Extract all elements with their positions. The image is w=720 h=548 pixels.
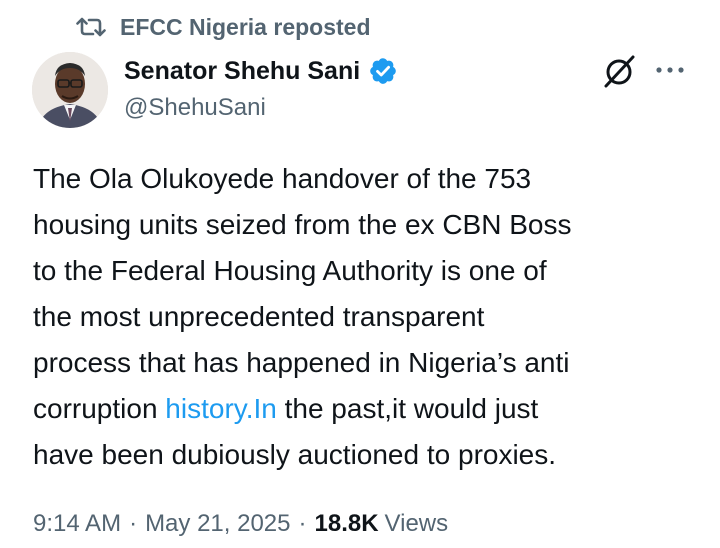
tweet-time[interactable]: 9:14 AM xyxy=(33,510,121,538)
author-block: Senator Shehu Sani @ShehuSani xyxy=(124,54,398,122)
tweet-line: The Ola Olukoyede handover of the 753 xyxy=(33,163,532,194)
tweet-text-segment: the past,it would just xyxy=(276,393,539,424)
tweet-line: the most unprecedented transparent xyxy=(33,301,485,332)
tweet-date[interactable]: May 21, 2025 xyxy=(145,510,290,538)
tweet-line: corruption history.In the past,it would … xyxy=(33,386,693,432)
tweet-line: process that has happened in Nigeria’s a… xyxy=(33,347,570,378)
tweet-text-segment: corruption xyxy=(33,393,166,424)
views-count: 18.8K xyxy=(314,510,379,537)
tweet-line: to the Federal Housing Authority is one … xyxy=(33,255,547,286)
reposter-link[interactable]: EFCC Nigeria reposted xyxy=(120,14,371,41)
grok-icon[interactable] xyxy=(600,52,638,90)
author-display-name[interactable]: Senator Shehu Sani xyxy=(124,57,360,86)
repost-header: EFCC Nigeria reposted xyxy=(76,12,371,42)
repost-icon xyxy=(76,17,106,37)
views-label: Views xyxy=(384,510,449,537)
more-options-icon[interactable] xyxy=(650,52,690,88)
tweet-line: have been dubiously auctioned to proxies… xyxy=(33,439,557,470)
tweet-meta: 9:14 AM · May 21, 2025 · 18.8K Views xyxy=(33,504,448,544)
meta-separator: · xyxy=(129,510,138,537)
tweet-link[interactable]: history.In xyxy=(165,393,277,424)
tweet-line: housing units seized from the ex CBN Bos… xyxy=(33,209,572,240)
author-handle[interactable]: @ShehuSani xyxy=(124,94,398,122)
tweet-text: The Ola Olukoyede handover of the 753 ho… xyxy=(33,156,693,478)
verified-badge-icon[interactable] xyxy=(368,56,398,86)
meta-separator: · xyxy=(298,510,307,537)
avatar[interactable] xyxy=(32,52,108,128)
